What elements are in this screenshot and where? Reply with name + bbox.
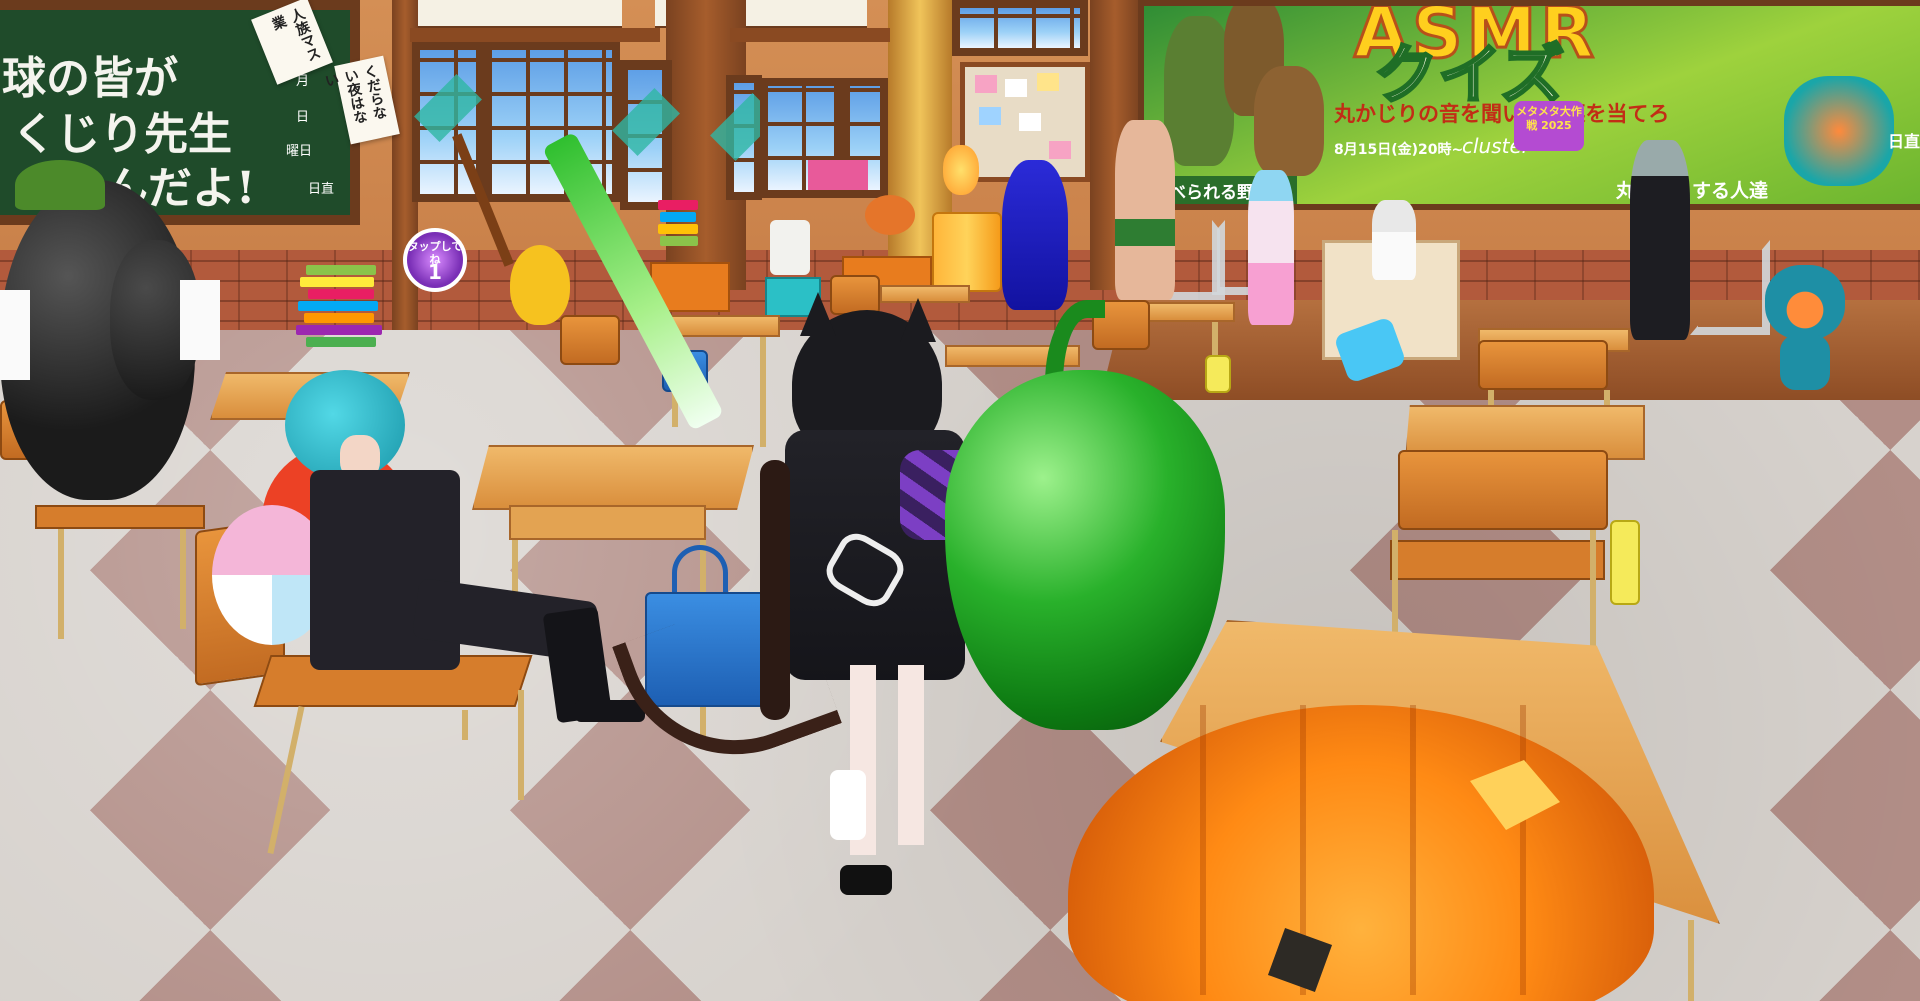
guitar-object[interactable]: [510, 245, 570, 325]
book-stack: [296, 265, 386, 375]
poster-event-logo: メタメタ大作戦 2025: [1514, 101, 1584, 151]
ceiling-paper-strip: [410, 0, 622, 28]
chalkboard-day: 日: [296, 110, 310, 125]
classroom-window: [620, 60, 672, 210]
chalkboard-line-2: くじり先生: [12, 109, 232, 160]
badge-number: 1: [428, 260, 442, 284]
fox-mascot-art: [1784, 76, 1894, 186]
chalkboard-line-1: 球の皆が: [2, 53, 178, 104]
chalkboard-duty: 日直: [308, 182, 335, 197]
white-leg-warmer: [830, 770, 866, 840]
school-chair[interactable]: [560, 315, 620, 365]
school-chair[interactable]: [1478, 340, 1608, 390]
shoe: [840, 865, 892, 895]
chalkboard-weekday: 曜日: [286, 144, 313, 159]
tap-badge-button[interactable]: タップしてね 1: [403, 228, 467, 292]
poster-subtitle: 丸かじりの音を聞いて野菜を当てろ: [1334, 102, 1670, 126]
paper-sign: [0, 290, 30, 380]
avatar-teal-hair-boy[interactable]: [285, 370, 645, 760]
yellow-barrel: [932, 212, 1002, 292]
fruit-object[interactable]: [943, 145, 979, 195]
school-desk[interactable]: [1135, 302, 1235, 322]
school-chair[interactable]: [830, 275, 880, 315]
avatar-blue-creature[interactable]: [1002, 160, 1068, 310]
trash-can: [770, 220, 810, 275]
classroom-window: [952, 0, 1088, 56]
yellow-bag[interactable]: [1610, 520, 1640, 605]
rugby-ball[interactable]: [865, 195, 915, 235]
school-desk[interactable]: [880, 285, 970, 303]
paper-sign: [180, 280, 220, 360]
yellow-bag[interactable]: [1205, 355, 1231, 393]
wall-duty-label: 日直: [1888, 132, 1920, 151]
avatar-pastel-girl[interactable]: [1248, 170, 1294, 325]
school-chair[interactable]: [1398, 450, 1608, 530]
avatar-suited-man[interactable]: [1630, 140, 1690, 340]
book-stack: [658, 200, 698, 260]
avatar-muscle-man[interactable]: [1115, 120, 1175, 300]
poster-date: 8月15日(金)20時~: [1334, 142, 1464, 158]
game-viewport[interactable]: 球の皆が くじり先生 なんだよ! 月 日 曜日 日直 人族マス業 くだらない夜は…: [0, 0, 1920, 1001]
muscle-character: [1254, 66, 1324, 176]
classroom-window: [484, 42, 620, 202]
avatar-old-teacher[interactable]: [1372, 200, 1416, 280]
classroom-window: [726, 75, 762, 200]
pink-book: [808, 160, 868, 190]
avatar-fox-cat[interactable]: [1755, 265, 1855, 390]
